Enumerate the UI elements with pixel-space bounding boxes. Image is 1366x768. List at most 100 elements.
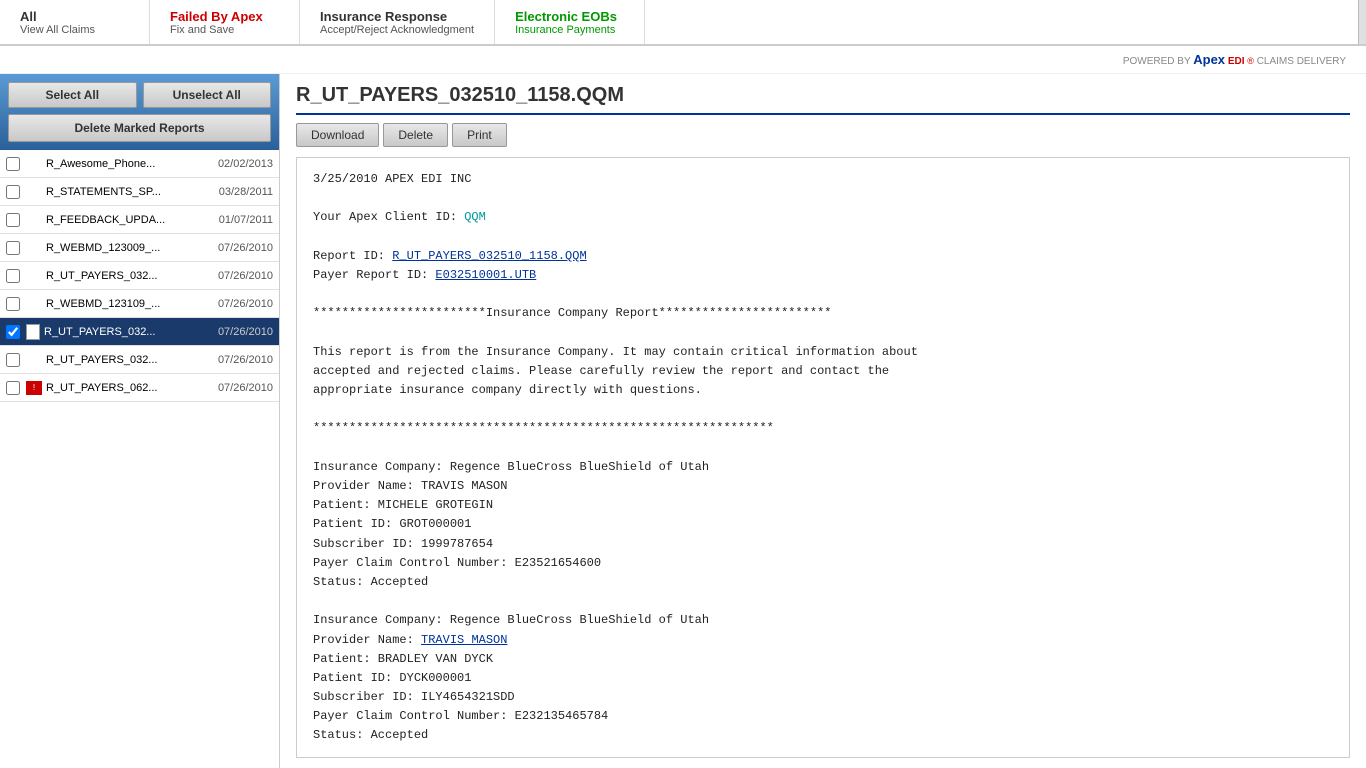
file-list-item[interactable]: R_WEBMD_123009_...07/26/2010 (0, 234, 279, 262)
report-line: Status: Accepted (313, 573, 1333, 592)
report-line: Payer Report ID: E032510001.UTB (313, 266, 1333, 285)
report-line: Status: Accepted (313, 726, 1333, 745)
report-line: Provider Name: TRAVIS MASON (313, 477, 1333, 496)
file-name: R_Awesome_Phone... (46, 158, 214, 170)
file-checkbox[interactable] (6, 353, 20, 367)
report-line: Provider Name: TRAVIS MASON (313, 631, 1333, 650)
file-checkbox[interactable] (6, 381, 20, 395)
report-line: Your Apex Client ID: QQM (313, 208, 1333, 227)
link-text[interactable]: E032510001.UTB (435, 268, 536, 282)
report-line: accepted and rejected claims. Please car… (313, 362, 1333, 381)
file-checkbox[interactable] (6, 325, 20, 339)
main-layout: Select All Unselect All Delete Marked Re… (0, 74, 1366, 768)
report-line: Subscriber ID: 1999787654 (313, 535, 1333, 554)
file-checkbox[interactable] (6, 269, 20, 283)
cyan-text: QQM (464, 210, 486, 224)
report-line: Insurance Company: Regence BlueCross Blu… (313, 611, 1333, 630)
file-name: R_UT_PAYERS_062... (46, 382, 214, 394)
report-line (313, 189, 1333, 208)
file-name: R_FEEDBACK_UPDA... (46, 214, 215, 226)
apex-logo: Apex (1193, 52, 1225, 67)
file-list-item[interactable]: R_WEBMD_123109_... 07/26/2010 (0, 290, 279, 318)
tab-eob-title: Electronic EOBs (515, 9, 624, 24)
normal-text: Report ID: (313, 249, 392, 263)
file-checkbox[interactable] (6, 213, 20, 227)
report-line (313, 439, 1333, 458)
report-line: This report is from the Insurance Compan… (313, 343, 1333, 362)
select-button-row: Select All Unselect All (8, 82, 271, 108)
file-name: R_WEBMD_123109_... (46, 298, 214, 310)
file-name: R_WEBMD_123009_... (46, 242, 214, 254)
report-line (313, 285, 1333, 304)
normal-text: Provider Name: (313, 633, 421, 647)
report-line: Report ID: R_UT_PAYERS_032510_1158.QQM (313, 247, 1333, 266)
file-list-item[interactable]: R_UT_PAYERS_032... 07/26/2010 (0, 318, 279, 346)
file-date: 07/26/2010 (218, 326, 273, 338)
powered-by-text: POWERED BY (1123, 56, 1193, 67)
tab-failed-title: Failed By Apex (170, 9, 279, 24)
nav-scrollbar (1358, 0, 1366, 44)
report-line: ************************Insurance Compan… (313, 304, 1333, 323)
report-line: ****************************************… (313, 419, 1333, 438)
tab-all-subtitle: View All Claims (20, 24, 129, 36)
unselect-all-button[interactable]: Unselect All (143, 82, 272, 108)
delete-marked-button[interactable]: Delete Marked Reports (8, 114, 271, 142)
report-line: Patient: BRADLEY VAN DYCK (313, 650, 1333, 669)
file-date: 07/26/2010 (218, 354, 273, 366)
file-page-icon (26, 324, 40, 340)
file-checkbox[interactable] (6, 297, 20, 311)
report-line: Patient ID: DYCK000001 (313, 669, 1333, 688)
file-date: 07/26/2010 (218, 270, 273, 282)
report-line: Insurance Company: Regence BlueCross Blu… (313, 458, 1333, 477)
report-line (313, 228, 1333, 247)
link-text[interactable]: TRAVIS MASON (421, 633, 507, 647)
file-date: 07/26/2010 (218, 382, 273, 394)
file-date: 03/28/2011 (219, 186, 273, 198)
tab-insurance-subtitle: Accept/Reject Acknowledgment (320, 24, 474, 36)
sidebar-button-group: Select All Unselect All Delete Marked Re… (0, 74, 279, 150)
tab-all-title: All (20, 9, 129, 24)
report-line: 3/25/2010 APEX EDI INC (313, 170, 1333, 189)
download-button[interactable]: Download (296, 123, 379, 147)
file-error-icon: ! (26, 381, 42, 395)
claims-delivery-text: CLAIMS DELIVERY (1257, 56, 1346, 67)
file-date: 07/26/2010 (218, 298, 273, 310)
sidebar: Select All Unselect All Delete Marked Re… (0, 74, 280, 768)
file-checkbox[interactable] (6, 157, 20, 171)
file-list-item[interactable]: R_UT_PAYERS_032...07/26/2010 (0, 262, 279, 290)
file-checkbox[interactable] (6, 185, 20, 199)
report-line: appropriate insurance company directly w… (313, 381, 1333, 400)
file-list-item[interactable]: R_UT_PAYERS_032... 07/26/2010 (0, 346, 279, 374)
tab-insurance[interactable]: Insurance Response Accept/Reject Acknowl… (300, 0, 495, 44)
tab-failed[interactable]: Failed By Apex Fix and Save (150, 0, 300, 44)
report-line (313, 324, 1333, 343)
content-title: R_UT_PAYERS_032510_1158.QQM (296, 84, 1350, 115)
file-list-item[interactable]: R_STATEMENTS_SP... 03/28/2011 (0, 178, 279, 206)
tab-eob[interactable]: Electronic EOBs Insurance Payments (495, 0, 645, 44)
file-name: R_UT_PAYERS_032... (44, 326, 214, 338)
report-content: 3/25/2010 APEX EDI INC Your Apex Client … (296, 157, 1350, 758)
select-all-button[interactable]: Select All (8, 82, 137, 108)
tab-insurance-title: Insurance Response (320, 9, 474, 24)
file-list-item[interactable]: ! R_UT_PAYERS_062... 07/26/2010 (0, 374, 279, 402)
report-line: Patient ID: GROT000001 (313, 515, 1333, 534)
report-line (313, 746, 1333, 758)
tab-failed-subtitle: Fix and Save (170, 24, 279, 36)
print-button[interactable]: Print (452, 123, 507, 147)
file-list-item[interactable]: R_FEEDBACK_UPDA...01/07/2011 (0, 206, 279, 234)
file-name: R_STATEMENTS_SP... (46, 186, 215, 198)
tab-eob-subtitle: Insurance Payments (515, 24, 624, 36)
content-area: R_UT_PAYERS_032510_1158.QQM Download Del… (280, 74, 1366, 768)
report-line: Payer Claim Control Number: E23521654600 (313, 554, 1333, 573)
powered-by-bar: POWERED BY Apex EDI ® CLAIMS DELIVERY (0, 46, 1366, 74)
tab-all[interactable]: All View All Claims (0, 0, 150, 44)
delete-button[interactable]: Delete (383, 123, 448, 147)
report-line: Patient: MICHELE GROTEGIN (313, 496, 1333, 515)
file-list-item[interactable]: R_Awesome_Phone...02/02/2013 (0, 150, 279, 178)
file-checkbox[interactable] (6, 241, 20, 255)
normal-text: Your Apex Client ID: (313, 210, 464, 224)
link-text[interactable]: R_UT_PAYERS_032510_1158.QQM (392, 249, 586, 263)
edi-logo: EDI (1228, 56, 1245, 67)
file-name: R_UT_PAYERS_032... (46, 354, 214, 366)
report-line (313, 592, 1333, 611)
